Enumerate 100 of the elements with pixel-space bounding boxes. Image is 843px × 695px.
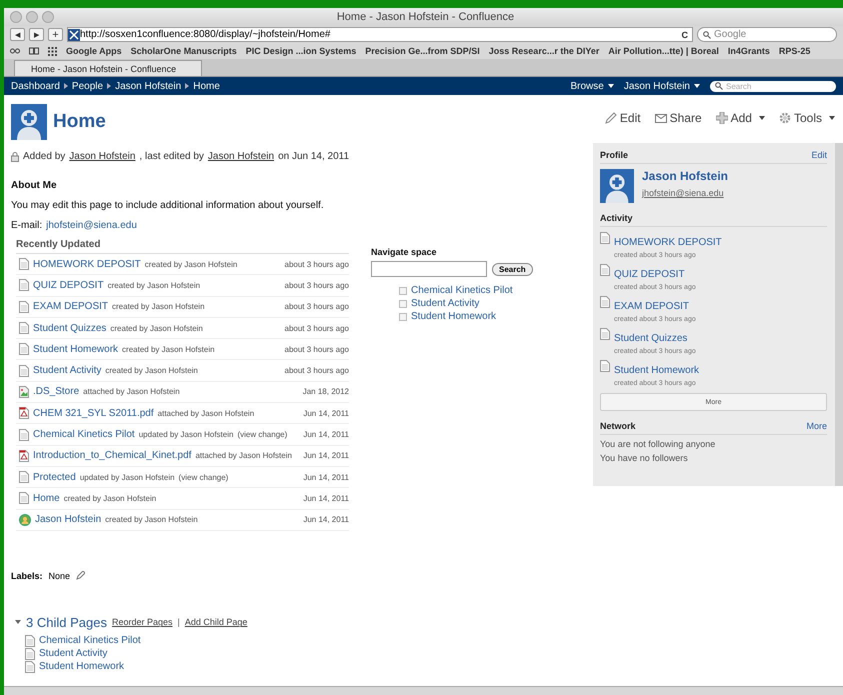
search-button[interactable]: Search [492, 262, 533, 276]
close-button[interactable] [10, 11, 22, 23]
page-link[interactable]: Chemical Kinetics Pilot [33, 429, 135, 440]
breadcrumb-link[interactable]: People [72, 80, 104, 92]
byline-text: Added by [23, 151, 66, 162]
update-time: Jun 14, 2011 [303, 494, 349, 503]
page-icon [19, 322, 29, 334]
page-link[interactable]: CHEM 321_SYL S2011.pdf [33, 408, 154, 419]
pencil-icon[interactable] [76, 571, 86, 580]
email-link[interactable]: jhofstein@siena.edu [46, 220, 137, 231]
network-more-link[interactable]: More [806, 421, 827, 431]
reload-button[interactable]: C [682, 30, 688, 40]
edit-profile-link[interactable]: Edit [811, 150, 827, 160]
add-bookmark-button[interactable]: + [48, 28, 63, 41]
grid-icon [48, 46, 57, 56]
update-time: about 3 hours ago [284, 324, 349, 333]
page-link[interactable]: HOMEWORK DEPOSIT [33, 258, 141, 270]
search-field[interactable]: Google [697, 27, 837, 42]
site-icon [68, 28, 80, 40]
zoom-button[interactable] [42, 11, 54, 23]
plus-icon [716, 112, 728, 124]
page-action-link[interactable]: Share [654, 111, 702, 125]
page-link[interactable]: Student Quizzes [33, 322, 106, 334]
page-action-link[interactable]: Edit [604, 111, 641, 125]
update-time: Jun 14, 2011 [303, 430, 349, 440]
space-page-link[interactable]: Chemical Kinetics Pilot [411, 285, 513, 296]
update-time: about 3 hours ago [284, 260, 349, 269]
minimize-button[interactable] [26, 11, 38, 23]
page-icon [600, 264, 610, 276]
page-link[interactable]: EXAM DEPOSIT [33, 301, 108, 312]
space-search-field[interactable] [371, 261, 487, 277]
labels-value: None [48, 570, 70, 581]
bookmark-link[interactable]: Google Apps [66, 46, 122, 56]
section-heading: About Me [11, 180, 58, 191]
activity-link[interactable]: EXAM DEPOSIT [614, 301, 690, 312]
space-page-link[interactable]: Student Homework [411, 311, 496, 322]
page-icon [19, 364, 29, 377]
space-page-link[interactable]: Student Activity [411, 298, 480, 309]
add-child-page-link[interactable]: Add Child Page [184, 617, 248, 628]
breadcrumb-link[interactable]: Jason Hofstein [115, 80, 182, 92]
chevron-icon [185, 83, 190, 89]
update-info: created by Jason Hofstein [64, 494, 156, 503]
breadcrumb-link[interactable]: Dashboard [11, 80, 60, 92]
bookmark-link[interactable]: RPS-25 [778, 46, 810, 56]
child-page-link[interactable]: Chemical Kinetics Pilot [39, 635, 141, 646]
email-label: E-mail: [11, 220, 42, 231]
bookmark-link[interactable]: ScholarOne Manuscripts [130, 46, 237, 56]
activity-link[interactable]: HOMEWORK DEPOSIT [614, 237, 722, 248]
breadcrumb-link[interactable]: Home [193, 80, 220, 92]
page-icon [19, 343, 29, 356]
collapse-icon[interactable] [15, 620, 21, 624]
page-link[interactable]: Protected [33, 472, 76, 483]
bookmark-link[interactable]: In4Grants [728, 46, 770, 56]
page-link[interactable]: Student Homework [33, 344, 118, 355]
update-info: created by Jason Hofstein [110, 324, 203, 333]
browser-tab[interactable]: Home - Jason Hofstein - Confluence [14, 60, 202, 76]
page-link[interactable]: .DS_Store [33, 386, 80, 398]
page-link[interactable]: QUIZ DEPOSIT [33, 280, 104, 291]
page-icon [19, 471, 29, 484]
child-page-link[interactable]: Student Homework [39, 661, 124, 672]
caret-icon [608, 84, 614, 88]
activity-link[interactable]: Student Homework [614, 365, 700, 376]
page-link[interactable]: Student Activity [33, 365, 102, 376]
page-link[interactable]: Introduction_to_Chemical_Kinet.pdf [33, 450, 192, 462]
page-icon [600, 328, 610, 340]
update-info: created by Jason Hofstein [105, 515, 198, 524]
bookmark-link[interactable]: PIC Design ...ion Systems [246, 46, 356, 56]
view-change-link[interactable]: (view change) [237, 430, 288, 440]
editor-link[interactable]: Jason Hofstein [208, 151, 274, 162]
activity-link[interactable]: Student Quizzes [614, 333, 688, 344]
page-icon [600, 296, 610, 308]
author-link[interactable]: Jason Hofstein [69, 151, 136, 162]
pdf-file-icon [19, 450, 29, 462]
book-icon [29, 47, 39, 55]
search-icon [703, 30, 711, 38]
update-time: Jun 14, 2011 [303, 408, 349, 418]
page-link[interactable]: Jason Hofstein [35, 514, 102, 526]
about-text: You may edit this page to include additional information about yourself. [11, 200, 324, 211]
activity-link[interactable]: QUIZ DEPOSIT [614, 269, 685, 280]
labels-label: Labels: [11, 570, 43, 581]
gear-icon [778, 112, 791, 124]
address-bar[interactable]: http://sosxen1confluence:8080/display/~jhofstein/Home# C [67, 27, 693, 42]
nav-menu[interactable]: Browse [570, 80, 614, 92]
network-status: You have no followers [600, 453, 689, 463]
profile-email-link[interactable]: jhofstein@siena.edu [642, 188, 724, 198]
profile-name[interactable]: Jason Hofstein [642, 169, 728, 183]
bookmark-link[interactable]: Air Pollution...tte) | Boreal [608, 46, 719, 56]
bookmark-link[interactable]: Joss Researc...r the DIYer [488, 46, 600, 56]
nav-menu[interactable]: Jason Hofstein [624, 80, 700, 92]
view-change-link[interactable]: (view change) [178, 472, 228, 482]
child-page-link[interactable]: Student Activity [39, 648, 108, 660]
page-link[interactable]: Home [33, 492, 60, 504]
bookmark-link[interactable]: Precision Ge...from SDP/SI [365, 46, 480, 56]
page-action-link[interactable]: Add [716, 111, 765, 125]
update-time: about 3 hours ago [284, 302, 349, 312]
page-action-link[interactable]: Tools [778, 111, 835, 125]
link-separator: | [178, 617, 180, 628]
reorder-pages-link[interactable]: Reorder Pages [112, 617, 172, 628]
update-info: updated by Jason Hofstein [138, 430, 234, 440]
update-time: Jun 14, 2011 [303, 515, 349, 524]
